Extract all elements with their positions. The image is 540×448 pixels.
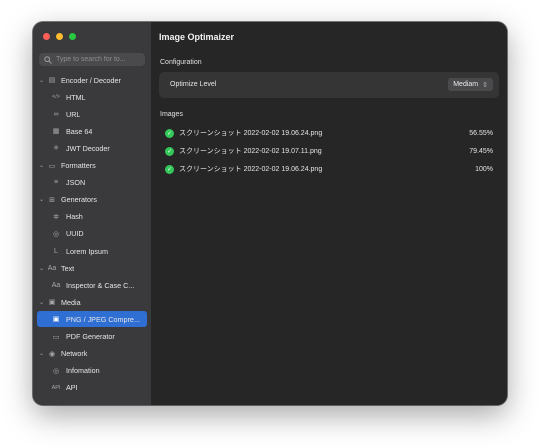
check-circle-icon: ✓	[165, 164, 174, 174]
pdf-icon: ▭	[52, 333, 60, 341]
json-icon: ≡	[53, 179, 59, 187]
sidebar-item-base-64[interactable]: ▦ Base 64	[37, 123, 147, 139]
api-icon: API	[51, 384, 61, 391]
sidebar-item-label: Generators	[61, 195, 97, 205]
sidebar-item-json[interactable]: ≡ JSON	[37, 175, 147, 191]
link-icon: ∞	[53, 110, 59, 118]
sidebar-item-label: Text	[61, 263, 75, 273]
image-icon: ▣	[52, 316, 60, 324]
image-row[interactable]: ✓ スクリーンショット 2022-02-02 19.06.24.png 100%	[165, 163, 493, 175]
sidebar-item-uuid[interactable]: ◎ UUID	[37, 226, 147, 242]
sidebar-item-html[interactable]: </> HTML	[37, 89, 147, 105]
sidebar-item-label: UUID	[66, 229, 84, 239]
jwt-icon: ✳	[53, 145, 59, 153]
sidebar-item-label: PDF Generator	[66, 332, 115, 341]
chevron-down-icon[interactable]: ⌄	[37, 162, 46, 169]
formatter-icon: ▭	[48, 162, 56, 170]
search-box[interactable]	[39, 53, 145, 66]
compression-percent: 56.55%	[469, 129, 493, 137]
sidebar-item-png-jpeg-compre[interactable]: ▣ PNG / JPEG Compre...	[37, 311, 147, 328]
chevron-down-icon[interactable]: ⌄	[37, 350, 46, 357]
sidebar-item-label: PNG / JPEG Compre...	[66, 314, 140, 324]
lorem-icon: L	[54, 247, 58, 255]
media-icon: ▣	[48, 299, 56, 307]
check-circle-icon: ✓	[165, 128, 174, 138]
sidebar-item-label: Media	[61, 297, 81, 307]
sidebar-item-jwt-decoder[interactable]: ✳ JWT Decoder	[37, 140, 147, 156]
sidebar-item-hash[interactable]: ✲ Hash	[37, 209, 147, 225]
optimize-level-select[interactable]: Mediam ⇳	[448, 78, 493, 91]
sidebar-item-label: Base 64	[66, 126, 93, 136]
up-down-chevron-icon: ⇳	[482, 81, 488, 89]
sidebar-item-label: Infomation	[66, 366, 100, 376]
optimize-level-value: Mediam	[453, 81, 479, 88]
images-heading: Images	[160, 111, 183, 118]
inspector-icon: Aa	[51, 281, 61, 289]
sidebar-group-formatters[interactable]: ⌄ ▭ Formatters	[37, 158, 147, 174]
sidebar-item-label: JSON	[66, 178, 86, 188]
sidebar-group-network[interactable]: ⌄ ◉ Network	[37, 346, 147, 362]
traffic-lights	[43, 33, 76, 40]
network-icon: ◉	[48, 350, 56, 358]
encoder-icon: ▤	[48, 77, 56, 84]
configuration-panel: Optimize Level Mediam ⇳	[159, 72, 499, 98]
image-row[interactable]: ✓ スクリーンショット 2022-02-02 19.06.24.png 56.5…	[165, 127, 493, 139]
sidebar-item-label: JWT Decoder	[66, 143, 110, 153]
sidebar-item-label: HTML	[66, 92, 86, 102]
sidebar-group-generators[interactable]: ⌄ ⊞ Generators	[37, 192, 147, 208]
sidebar-item-lorem-ipsum[interactable]: L Lorem Ipsum	[37, 243, 147, 259]
uuid-icon: ◎	[52, 230, 60, 238]
app-window: ⌄▤Encoder / Decoder</>HTML∞URL▦Base 64✳J…	[33, 22, 507, 405]
sidebar-item-pdf-generator[interactable]: ▭ PDF Generator	[37, 329, 147, 345]
close-button[interactable]	[43, 33, 50, 40]
image-filename: スクリーンショット 2022-02-02 19.06.24.png	[179, 130, 323, 137]
sidebar-item-label: Network	[61, 349, 88, 359]
chevron-down-icon[interactable]: ⌄	[37, 196, 46, 203]
main-content: Image Optimaizer Configuration Optimize …	[151, 22, 507, 405]
text-icon: Aa	[47, 264, 57, 272]
code-icon: </>	[52, 94, 60, 101]
sidebar-group-media[interactable]: ⌄ ▣ Media	[37, 294, 147, 310]
sidebar-item-label: Encoder / Decoder	[61, 75, 121, 85]
sidebar-item-label: Lorem Ipsum	[66, 246, 108, 256]
sidebar-group-text[interactable]: ⌄ Aa Text	[37, 260, 147, 276]
optimize-level-label: Optimize Level	[170, 81, 217, 88]
sidebar-item-label: URL	[66, 109, 81, 119]
page-title: Image Optimaizer	[159, 32, 235, 42]
compression-percent: 79.45%	[469, 147, 493, 155]
sidebar-group-encoder-decoder[interactable]: ⌄ ▤ Encoder / Decoder	[37, 72, 147, 88]
sidebar-item-url[interactable]: ∞ URL	[37, 106, 147, 122]
base64-icon: ▦	[52, 128, 60, 136]
chevron-down-icon[interactable]: ⌄	[37, 265, 46, 272]
chevron-down-icon[interactable]: ⌄	[37, 299, 46, 306]
zoom-button[interactable]	[69, 33, 76, 40]
sidebar-item-label: Hash	[66, 212, 83, 222]
image-row[interactable]: ✓ スクリーンショット 2022-02-02 19.07.11.png 79.4…	[165, 145, 493, 157]
sidebar-item-infomation[interactable]: ◎ Infomation	[37, 363, 147, 379]
image-filename: スクリーンショット 2022-02-02 19.07.11.png	[179, 148, 322, 155]
generator-icon: ⊞	[49, 196, 55, 204]
search-icon	[42, 55, 54, 64]
sidebar: ⌄▤Encoder / Decoder</>HTML∞URL▦Base 64✳J…	[33, 22, 152, 405]
sidebar-item-label: Formatters	[61, 161, 96, 170]
image-filename: スクリーンショット 2022-02-02 19.06.24.png	[179, 166, 323, 173]
sidebar-item-inspector-case-c[interactable]: Aa Inspector & Case C...	[37, 277, 147, 293]
compression-percent: 100%	[475, 165, 493, 173]
sidebar-item-label: API	[66, 383, 78, 393]
search-input[interactable]	[54, 56, 144, 63]
sidebar-item-label: Inspector & Case C...	[66, 280, 135, 290]
sidebar-item-api[interactable]: API API	[37, 380, 147, 396]
hash-icon: ✲	[53, 213, 59, 221]
configuration-heading: Configuration	[160, 59, 202, 66]
info-icon: ◎	[52, 367, 60, 375]
check-circle-icon: ✓	[165, 146, 174, 156]
minimize-button[interactable]	[56, 33, 63, 40]
sidebar-tree: ⌄ ▤ Encoder / Decoder </> HTML ∞ URL ▦ Base 64 ✳ J…	[33, 70, 151, 405]
chevron-down-icon[interactable]: ⌄	[37, 77, 46, 84]
